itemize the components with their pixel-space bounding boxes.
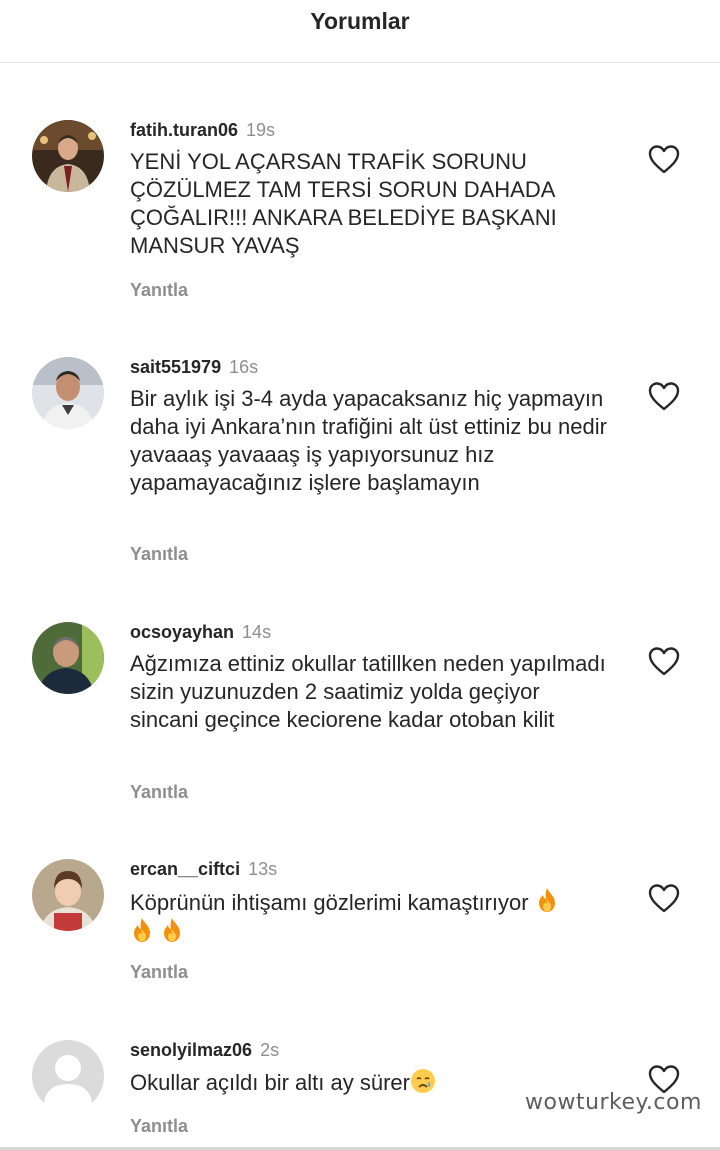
heart-outline-icon[interactable] [648, 883, 680, 913]
timestamp: 13s [248, 859, 278, 879]
username[interactable]: fatih.turan06 [130, 120, 238, 140]
fire-emoji [535, 887, 559, 913]
comment-text: Köprünün ihtişamı gözlerimi kamaştırıyor [130, 887, 610, 947]
comment-text: Ağzımıza ettiniz okullar tatillken neden… [130, 651, 606, 732]
timestamp: 16s [229, 357, 259, 377]
comment-meta: ocsoyayhan 14s [130, 622, 271, 643]
username[interactable]: sait551979 [130, 357, 221, 377]
avatar[interactable] [32, 357, 104, 429]
heart-outline-icon[interactable] [648, 381, 680, 411]
reply-button[interactable]: Yanıtla [130, 280, 188, 301]
comment-text: YENİ YOL AÇARSAN TRAFİK SORUNU ÇÖZÜLMEZ … [130, 149, 557, 258]
username[interactable]: ercan__ciftci [130, 859, 240, 879]
user-silhouette-icon[interactable] [32, 1040, 104, 1112]
reply-button[interactable]: Yanıtla [130, 544, 188, 565]
comment-text: Bir aylık işi 3-4 ayda yapacaksanız hiç … [130, 386, 607, 495]
comment-meta: sait551979 16s [130, 357, 258, 378]
watermark: wowturkey.com [525, 1090, 702, 1115]
username[interactable]: senolyilmaz06 [130, 1040, 252, 1060]
heart-outline-icon[interactable] [648, 144, 680, 174]
avatar[interactable] [32, 859, 104, 931]
reply-button[interactable]: Yanıtla [130, 782, 188, 803]
avatar[interactable] [32, 120, 104, 192]
reply-button[interactable]: Yanıtla [130, 962, 188, 983]
page-title: Yorumlar [310, 8, 410, 34]
comment-meta: ercan__ciftci 13s [130, 859, 277, 880]
fire-emoji [160, 917, 184, 943]
timestamp: 14s [242, 622, 272, 642]
heart-outline-icon[interactable] [648, 646, 680, 676]
timestamp: 2s [260, 1040, 280, 1060]
fire-emoji [130, 917, 154, 943]
comment-text-content: Okullar açıldı bir altı ay sürer [130, 1070, 410, 1095]
comment-meta: fatih.turan06 19s [130, 120, 275, 141]
comments-header: Yorumlar [0, 0, 720, 63]
avatar[interactable] [32, 622, 104, 694]
comment-meta: senolyilmaz06 2s [130, 1040, 279, 1061]
crying-face-emoji [410, 1068, 436, 1094]
timestamp: 19s [246, 120, 276, 140]
username[interactable]: ocsoyayhan [130, 622, 234, 642]
reply-button[interactable]: Yanıtla [130, 1116, 188, 1137]
comment-text-content: Köprünün ihtişamı gözlerimi kamaştırıyor [130, 890, 529, 915]
